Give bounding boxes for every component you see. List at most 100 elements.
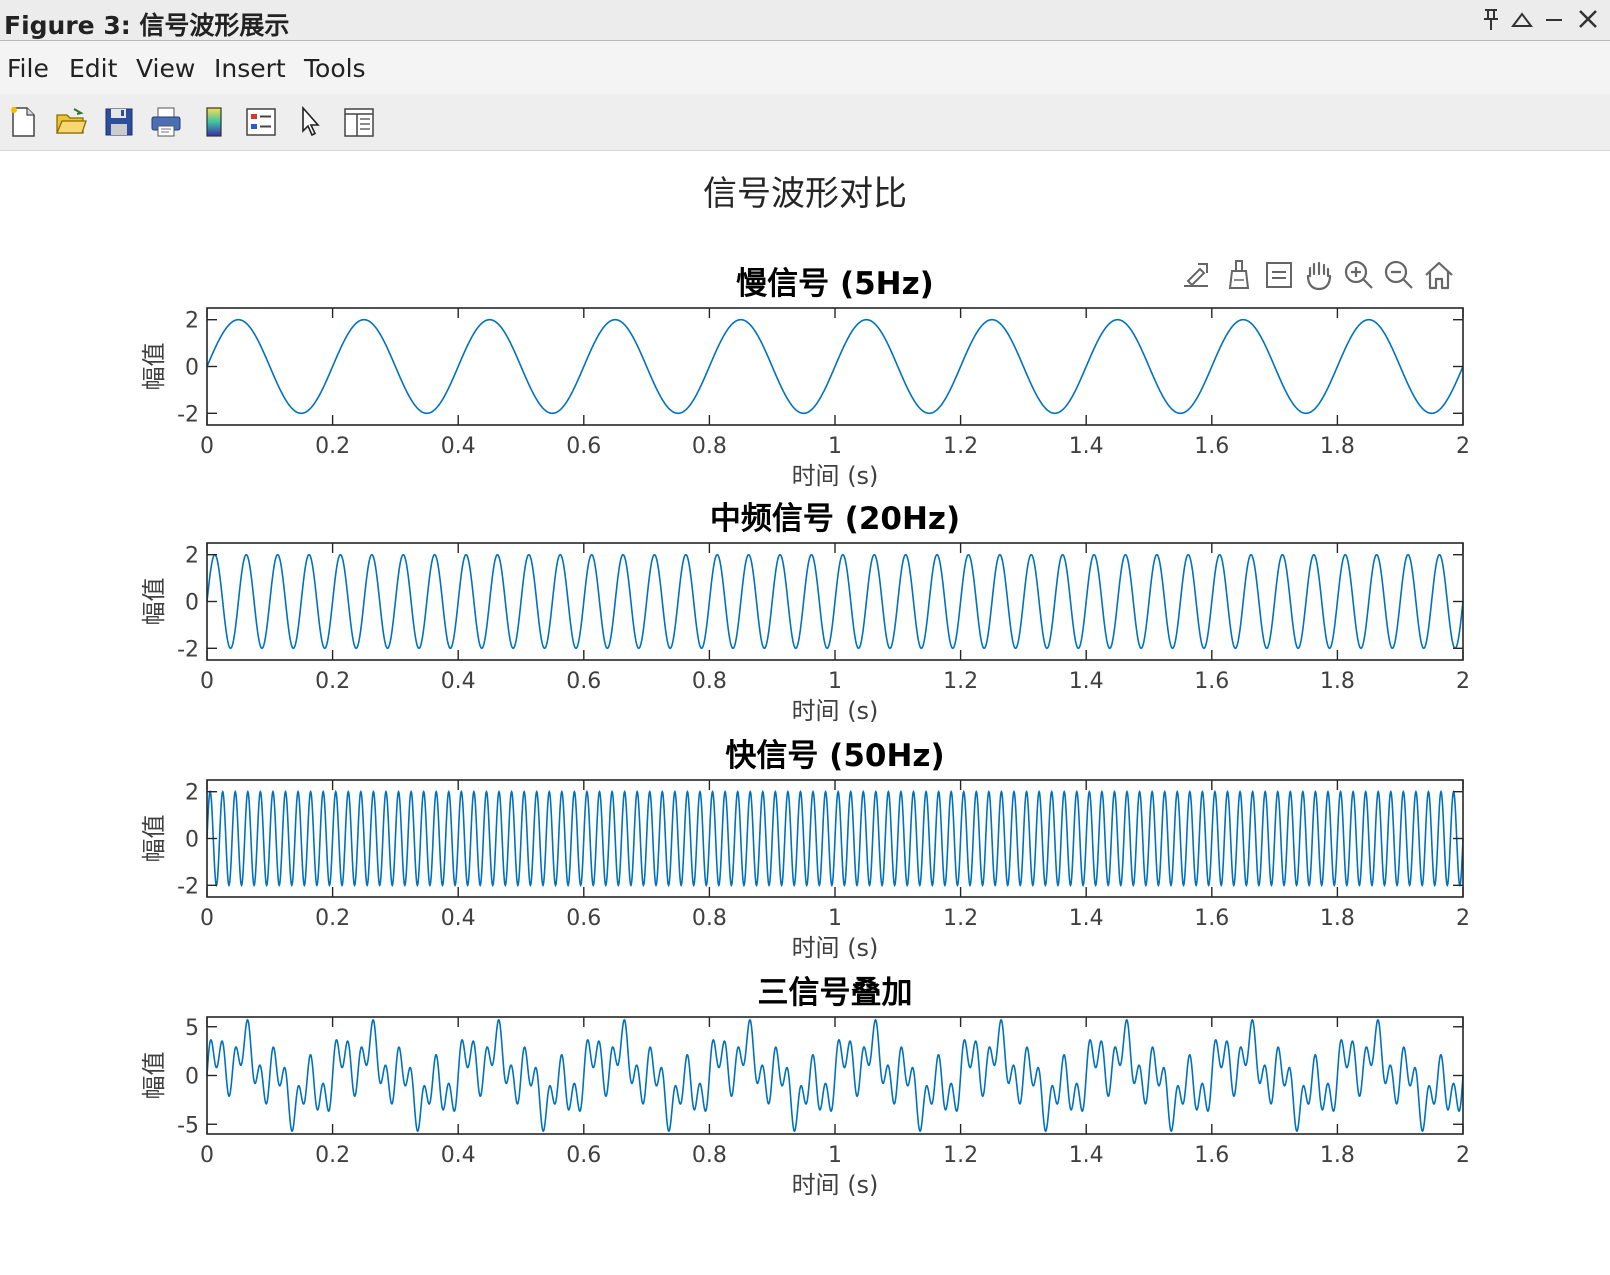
menu-insert[interactable]: Insert xyxy=(214,54,286,83)
y-tick-label: 5 xyxy=(185,1016,199,1041)
print-icon[interactable] xyxy=(149,105,183,139)
pin-icon[interactable] xyxy=(1478,2,1504,36)
x-axis-label: 时间 (s) xyxy=(792,697,879,725)
x-tick-label: 0.8 xyxy=(692,1143,727,1168)
y-tick-label: 0 xyxy=(185,591,199,616)
x-tick-label: 1.6 xyxy=(1194,1143,1229,1168)
subplot-4[interactable]: 0 0.2 0.4 0.6 0.8 1 1.2 1.4 1.6 1.8 2-505三信号叠加时间 (… xyxy=(140,975,1470,1199)
subplot-title: 慢信号 (5Hz) xyxy=(736,266,934,302)
x-tick-label: 1.8 xyxy=(1320,669,1355,694)
x-tick-label: 1 xyxy=(828,669,842,694)
x-tick-label: 0.2 xyxy=(315,434,350,459)
x-tick-label: 1.8 xyxy=(1320,906,1355,931)
new-figure-icon[interactable] xyxy=(6,105,40,139)
y-axis-label: 幅值 xyxy=(140,815,168,863)
x-axis-label: 时间 (s) xyxy=(792,462,879,490)
x-tick-label: 0.4 xyxy=(441,906,476,931)
pointer-icon[interactable] xyxy=(294,105,328,139)
subplot-2[interactable]: 0 0.2 0.4 0.6 0.8 1 1.2 1.4 1.6 1.8 2-202中频信号 (20H… xyxy=(140,501,1470,725)
x-tick-label: 1 xyxy=(828,906,842,931)
pan-hand-icon[interactable] xyxy=(1302,258,1336,292)
x-tick-label: 0.6 xyxy=(566,1143,601,1168)
datatip-icon[interactable] xyxy=(1262,258,1296,292)
x-tick-label: 1.8 xyxy=(1320,434,1355,459)
menu-file[interactable]: File xyxy=(7,54,49,83)
window-title: Figure 3: 信号波形展示 xyxy=(4,11,290,40)
export-icon[interactable] xyxy=(1180,258,1214,292)
y-tick-label: -2 xyxy=(177,874,199,899)
x-tick-label: 0.4 xyxy=(441,669,476,694)
x-tick-label: 0.6 xyxy=(566,669,601,694)
x-tick-label: 1.4 xyxy=(1069,1143,1104,1168)
y-tick-label: -5 xyxy=(177,1113,199,1138)
y-axis-label: 幅值 xyxy=(140,1052,168,1100)
y-axis-label: 幅值 xyxy=(140,578,168,626)
y-tick-label: 2 xyxy=(185,309,199,334)
x-tick-label: 2 xyxy=(1456,1143,1470,1168)
x-tick-label: 1.6 xyxy=(1194,434,1229,459)
x-tick-label: 0 xyxy=(200,906,214,931)
x-tick-label: 1.2 xyxy=(943,669,978,694)
x-tick-label: 0 xyxy=(200,434,214,459)
legend-icon[interactable] xyxy=(244,105,278,139)
subplot-1[interactable]: 0 0.2 0.4 0.6 0.8 1 1.2 1.4 1.6 1.8 2-202慢信号 (5Hz)… xyxy=(140,266,1470,490)
colorbar-icon[interactable] xyxy=(197,105,231,139)
x-tick-label: 1.4 xyxy=(1069,669,1104,694)
x-axis-label: 时间 (s) xyxy=(792,1171,879,1199)
zoom-in-icon[interactable] xyxy=(1342,258,1376,292)
menu-tools[interactable]: Tools xyxy=(304,54,366,83)
y-tick-label: 0 xyxy=(185,828,199,853)
x-tick-label: 0.2 xyxy=(315,906,350,931)
x-tick-label: 1.6 xyxy=(1194,669,1229,694)
x-tick-label: 1 xyxy=(828,1143,842,1168)
home-icon[interactable] xyxy=(1422,258,1456,292)
close-icon[interactable] xyxy=(1575,2,1601,36)
plots-area: 信号波形对比 0 0.2 0.4 0.6 0.8 1 1.2 1.4 1.6 1.8 2-202慢信… xyxy=(140,174,1470,1199)
y-tick-label: 2 xyxy=(185,781,199,806)
x-tick-label: 1 xyxy=(828,434,842,459)
window-titlebar: Figure 3: 信号波形展示 xyxy=(0,0,1610,41)
figure-canvas: 信号波形对比 0 0.2 0.4 0.6 0.8 1 1.2 1.4 1.6 1.8 2 -2 0 2 慢信… xyxy=(0,151,1610,1275)
x-tick-label: 0.2 xyxy=(315,669,350,694)
minimize-icon[interactable] xyxy=(1541,2,1567,36)
subplot-3[interactable]: 0 0.2 0.4 0.6 0.8 1 1.2 1.4 1.6 1.8 2-202快信号 (50Hz… xyxy=(140,738,1470,962)
x-tick-label: 2 xyxy=(1456,669,1470,694)
x-tick-label: 0.8 xyxy=(692,669,727,694)
x-tick-label: 0.2 xyxy=(315,1143,350,1168)
y-tick-label: -2 xyxy=(177,402,199,427)
save-icon[interactable] xyxy=(102,105,136,139)
subplot-title: 中频信号 (20Hz) xyxy=(710,501,960,537)
x-tick-label: 1.6 xyxy=(1194,906,1229,931)
y-tick-label: -2 xyxy=(177,637,199,662)
menu-edit[interactable]: Edit xyxy=(69,54,117,83)
y-tick-label: 0 xyxy=(185,1065,199,1090)
x-tick-label: 0.4 xyxy=(441,434,476,459)
x-tick-label: 1.2 xyxy=(943,906,978,931)
x-tick-label: 1.4 xyxy=(1069,434,1104,459)
x-tick-label: 0.6 xyxy=(566,906,601,931)
y-tick-label: 0 xyxy=(185,356,199,381)
brush-icon[interactable] xyxy=(1222,258,1256,292)
x-tick-label: 0.8 xyxy=(692,434,727,459)
zoom-out-icon[interactable] xyxy=(1382,258,1416,292)
x-tick-label: 1.4 xyxy=(1069,906,1104,931)
y-axis-label: 幅值 xyxy=(140,343,168,391)
x-tick-label: 2 xyxy=(1456,906,1470,931)
x-tick-label: 0.8 xyxy=(692,906,727,931)
x-tick-label: 2 xyxy=(1456,434,1470,459)
x-tick-label: 0.6 xyxy=(566,434,601,459)
x-tick-label: 1.2 xyxy=(943,434,978,459)
open-folder-icon[interactable] xyxy=(54,105,88,139)
y-tick-label: 2 xyxy=(185,544,199,569)
menu-view[interactable]: View xyxy=(136,54,195,83)
triangle-up-icon[interactable] xyxy=(1509,2,1535,36)
figure-title: 信号波形对比 xyxy=(703,174,907,214)
x-tick-label: 0 xyxy=(200,669,214,694)
subplot-title: 三信号叠加 xyxy=(758,975,913,1011)
property-inspector-icon[interactable] xyxy=(342,105,376,139)
figure-toolbar xyxy=(0,94,1610,151)
x-axis-label: 时间 (s) xyxy=(792,934,879,962)
menu-bar: File Edit View Insert Tools xyxy=(0,41,1610,94)
x-tick-label: 0.4 xyxy=(441,1143,476,1168)
x-tick-label: 0 xyxy=(200,1143,214,1168)
